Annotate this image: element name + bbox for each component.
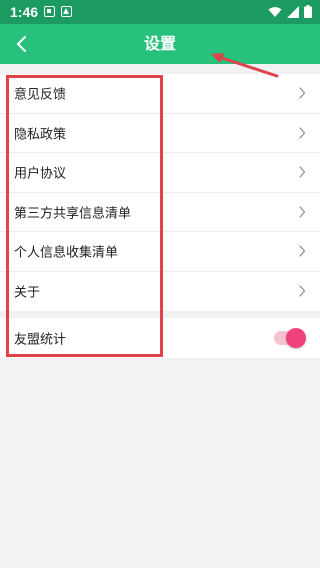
settings-item-label: 友盟统计 <box>14 332 67 348</box>
settings-item-label: 个人信息收集清单 <box>14 245 119 261</box>
status-left-icons <box>44 6 72 17</box>
battery-icon <box>304 5 312 18</box>
status-time: 1:46 <box>10 4 39 20</box>
settings-item-label: 关于 <box>14 285 41 301</box>
notification-icon <box>61 6 72 17</box>
status-right-icons <box>268 5 312 18</box>
chevron-right-icon <box>299 206 306 218</box>
wifi-icon <box>268 6 282 17</box>
chevron-right-icon <box>299 245 306 257</box>
settings-item-label: 隐私政策 <box>14 127 67 143</box>
settings-item-third-party-sharing[interactable]: 第三方共享信息清单 <box>0 193 320 232</box>
settings-list: 意见反馈 隐私政策 用户协议 第三方共享信息清单 个人信息收集清单 关于 <box>0 74 320 311</box>
settings-item-privacy-policy[interactable]: 隐私政策 <box>0 114 320 153</box>
analytics-section: 友盟统计 <box>0 318 320 358</box>
chevron-right-icon <box>299 166 306 178</box>
status-bar: 1:46 <box>0 0 320 24</box>
chevron-right-icon <box>299 127 306 139</box>
toggle-thumb <box>286 328 306 348</box>
page-title: 设置 <box>143 34 176 53</box>
chevron-right-icon <box>299 87 306 99</box>
settings-item-user-agreement[interactable]: 用户协议 <box>0 153 320 193</box>
signal-icon <box>287 5 299 18</box>
settings-item-feedback[interactable]: 意见反馈 <box>0 74 320 114</box>
analytics-toggle[interactable] <box>274 328 306 348</box>
app-bar: 设置 <box>0 24 320 64</box>
chevron-right-icon <box>299 285 306 297</box>
settings-item-about[interactable]: 关于 <box>0 272 320 312</box>
settings-item-label: 意见反馈 <box>14 87 67 103</box>
settings-item-label: 第三方共享信息清单 <box>14 206 132 222</box>
sim-icon <box>44 6 55 17</box>
settings-item-umeng-analytics: 友盟统计 <box>0 318 320 358</box>
settings-item-personal-info-collection[interactable]: 个人信息收集清单 <box>0 232 320 272</box>
settings-item-label: 用户协议 <box>14 166 67 182</box>
